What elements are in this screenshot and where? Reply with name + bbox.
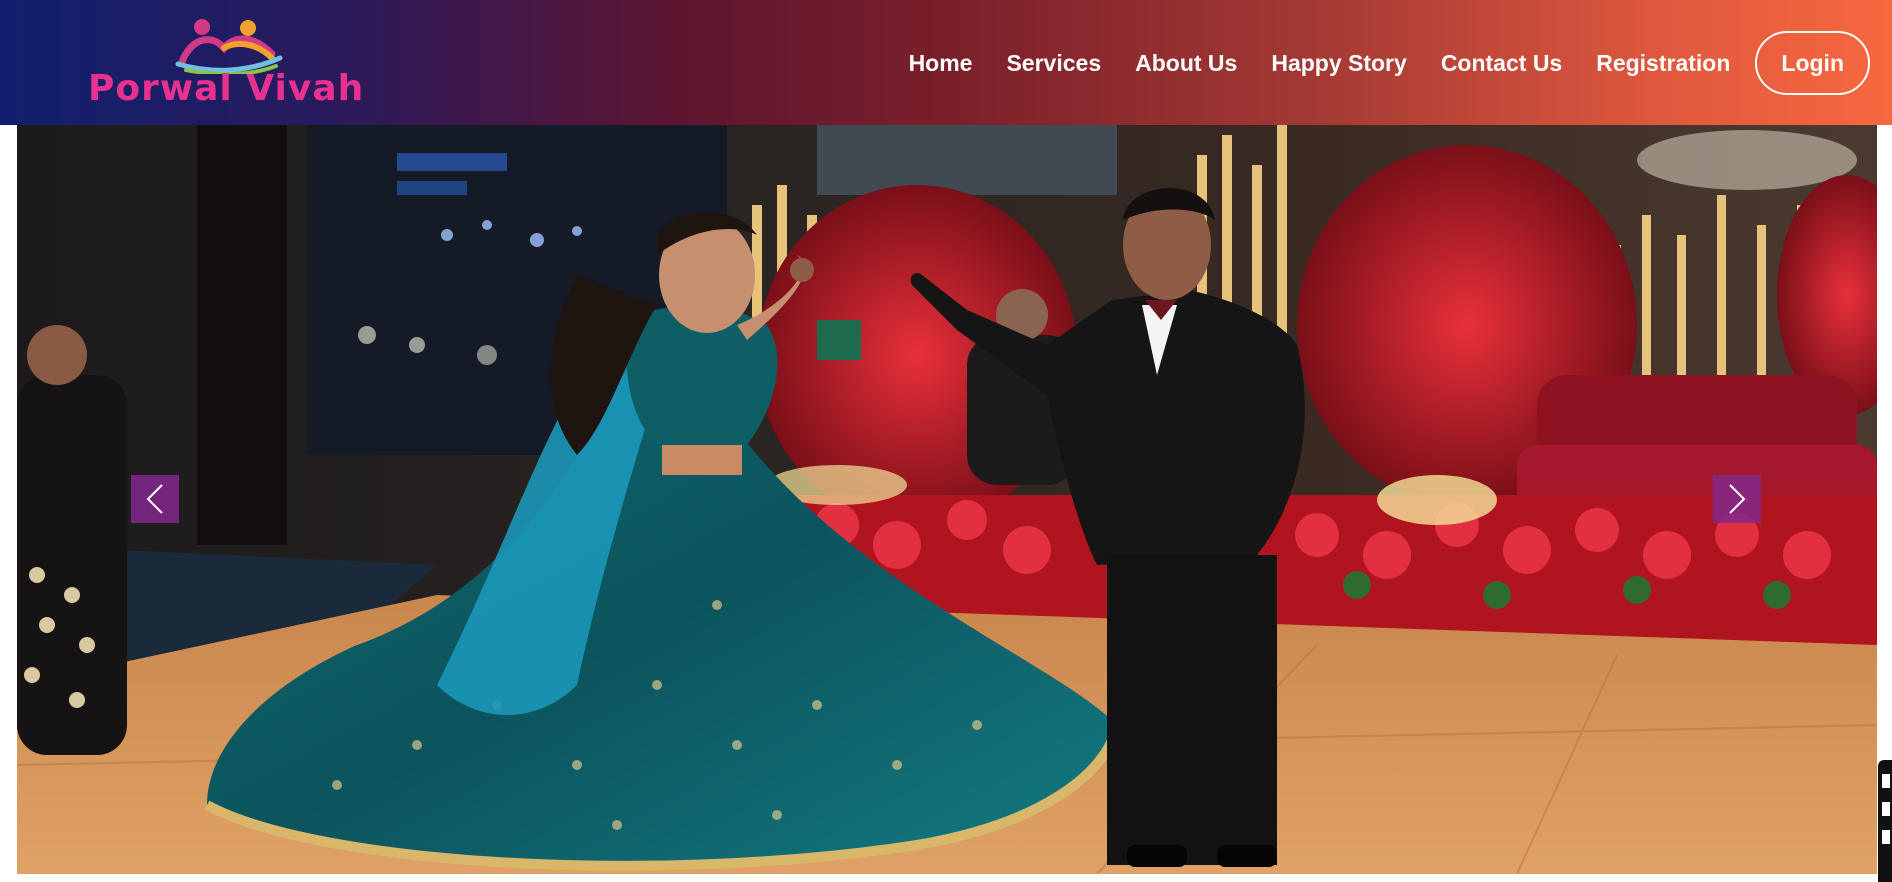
brand-name: Porwal Vivah: [88, 68, 365, 109]
nav-contact-us[interactable]: Contact Us: [1441, 50, 1562, 77]
widget-icon: [1882, 830, 1890, 844]
chevron-left-icon: [146, 484, 163, 514]
widget-icon: [1882, 774, 1890, 788]
chevron-right-icon: [1729, 484, 1746, 514]
top-navbar: Porwal Vivah Home Services About Us Happ…: [0, 0, 1892, 125]
nav-happy-story[interactable]: Happy Story: [1271, 50, 1406, 77]
nav-about-us[interactable]: About Us: [1135, 50, 1237, 77]
nav-registration[interactable]: Registration: [1596, 50, 1730, 77]
main-nav: Home Services About Us Happy Story Conta…: [892, 30, 1870, 96]
hero-carousel: [17, 125, 1877, 874]
hero-image: [17, 125, 1877, 874]
carousel-prev-button[interactable]: [131, 475, 179, 523]
couple-logo-icon: [175, 19, 283, 74]
nav-home[interactable]: Home: [909, 50, 973, 77]
nav-services[interactable]: Services: [1006, 50, 1101, 77]
carousel-next-button[interactable]: [1713, 475, 1761, 523]
widget-icon: [1882, 802, 1890, 816]
login-button[interactable]: Login: [1755, 31, 1870, 95]
floating-side-widget[interactable]: [1878, 760, 1892, 882]
brand-logo[interactable]: Porwal Vivah: [86, 18, 366, 114]
